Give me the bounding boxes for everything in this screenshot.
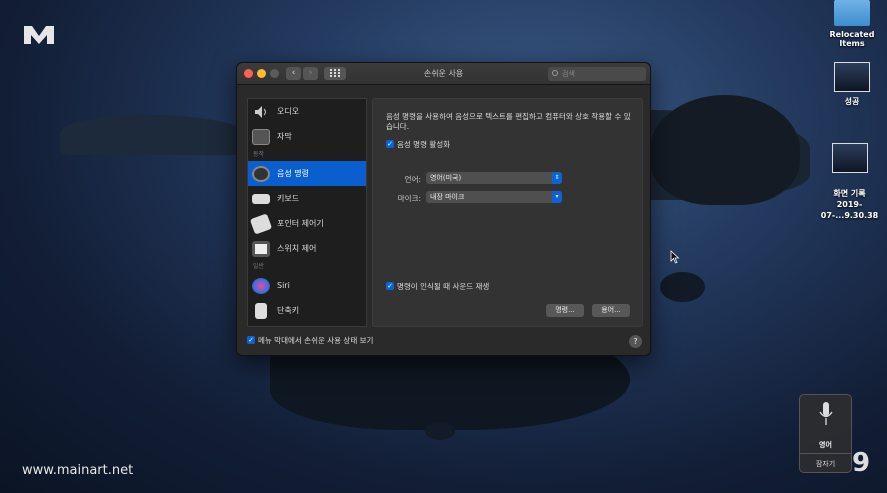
voice-control-status-panel[interactable]: 영어 잠자기 [799, 394, 852, 473]
captions-icon [252, 128, 270, 145]
switch-icon [252, 240, 270, 257]
sidebar-item-label: 단축키 [277, 306, 300, 315]
language-select[interactable]: 영어(미국) ⇕ [426, 172, 562, 184]
overlay-number: 9 [852, 448, 871, 478]
watermark-text: www.mainart.net [22, 463, 134, 478]
sidebar-item-label: 음성 명령 [277, 169, 309, 178]
sidebar: 오디오 자막 동작 음성 명령 키보드 포인터 제어기 스위치 제어 일반 Si… [247, 98, 367, 327]
help-button[interactable]: ? [629, 335, 642, 348]
play-sound-label: 명령이 인식될 때 사운드 재생 [397, 282, 490, 291]
siri-icon [252, 277, 270, 294]
sidebar-item-siri[interactable]: Siri [248, 273, 366, 298]
microphone-select[interactable]: 내장 마이크 ▾ [426, 191, 562, 203]
voice-control-pane: 음성 명령을 사용하여 음성으로 텍스트를 편집하고 컴퓨터와 상호 작용할 수… [372, 98, 643, 327]
microphone-icon [819, 402, 833, 425]
microphone-value: 내장 마이크 [430, 193, 465, 201]
language-value: 영어(미국) [430, 174, 462, 182]
sidebar-item-label: 키보드 [277, 194, 300, 203]
sidebar-item-label: 포인터 제어기 [277, 219, 324, 228]
pointer-icon [249, 212, 273, 235]
folder-icon [834, 0, 870, 26]
accessibility-window: ‹ › 손쉬운 사용 검색 오디오 자막 동작 음성 명령 키보드 포인터 제어… [236, 62, 651, 356]
title-bar[interactable]: ‹ › 손쉬운 사용 검색 [237, 63, 650, 85]
search-icon [552, 70, 558, 76]
vocabulary-button[interactable]: 용어... [592, 304, 630, 317]
mainart-logo-icon [24, 26, 54, 44]
speaker-icon [255, 105, 266, 118]
sidebar-item-keyboard[interactable]: 키보드 [248, 186, 366, 211]
show-in-menu-bar-checkbox[interactable]: ✓ [247, 336, 255, 344]
chevron-down-icon: ▾ [552, 191, 562, 203]
microphone-label: 마이크: [397, 194, 421, 203]
divider [800, 453, 851, 454]
desktop-item-relocated[interactable]: Relocated Items [818, 0, 886, 48]
sidebar-item-voice-control[interactable]: 음성 명령 [248, 161, 366, 186]
keyboard-icon [252, 193, 270, 204]
sidebar-item-pointer[interactable]: 포인터 제어기 [248, 211, 366, 236]
search-input[interactable]: 검색 [548, 67, 646, 81]
voice-language-label: 영어 [819, 441, 832, 449]
play-sound-checkbox[interactable]: ✓ [386, 282, 394, 290]
desktop-item-screenshot[interactable]: 성공 [818, 62, 886, 107]
sidebar-item-audio[interactable]: 오디오 [248, 99, 366, 124]
shortcut-icon [255, 302, 267, 319]
commands-button[interactable]: 명령... [546, 304, 584, 317]
desktop-item-recording[interactable]: 화면 기록 2019-07-...9.30.38 [812, 132, 887, 232]
wallpaper-rock-small [425, 422, 455, 440]
wallpaper-mountain [650, 95, 800, 205]
sidebar-item-shortcuts[interactable]: 단축키 [248, 298, 366, 323]
screenshot-thumb-icon [834, 62, 870, 92]
wallpaper-landmass-left [60, 115, 250, 155]
sidebar-item-label: 오디오 [277, 107, 300, 116]
sidebar-section-header: 일반 [253, 263, 265, 270]
sidebar-section-header: 동작 [253, 151, 265, 158]
sidebar-item-label: 자막 [277, 132, 292, 141]
chevron-updown-icon: ⇕ [552, 172, 562, 184]
screenshot-thumb-icon [831, 143, 868, 173]
enable-voice-control-label: 음성 명령 활성화 [397, 140, 451, 149]
pane-description: 음성 명령을 사용하여 음성으로 텍스트를 편집하고 컴퓨터와 상호 작용할 수… [386, 112, 631, 131]
desktop-item-label: Relocated Items [829, 30, 875, 48]
sidebar-item-switch[interactable]: 스위치 제어 [248, 236, 366, 261]
desktop-item-label: 성공 [844, 97, 860, 106]
voice-control-icon [252, 165, 270, 182]
search-placeholder: 검색 [562, 70, 575, 78]
wallpaper-rock [660, 272, 705, 302]
show-in-menu-bar-label: 메뉴 막대에서 손쉬운 사용 상태 보기 [258, 336, 374, 345]
enable-voice-control-checkbox[interactable]: ✓ [386, 140, 394, 148]
desktop-item-label: 화면 기록 2019-07-...9.30.38 [820, 189, 879, 220]
language-label: 언어: [404, 175, 421, 184]
sidebar-item-captions[interactable]: 자막 [248, 124, 366, 149]
sidebar-item-label: Siri [277, 281, 290, 290]
sidebar-item-label: 스위치 제어 [277, 244, 317, 253]
mouse-pointer-icon [670, 250, 680, 264]
sleep-button[interactable]: 잠자기 [800, 459, 851, 469]
